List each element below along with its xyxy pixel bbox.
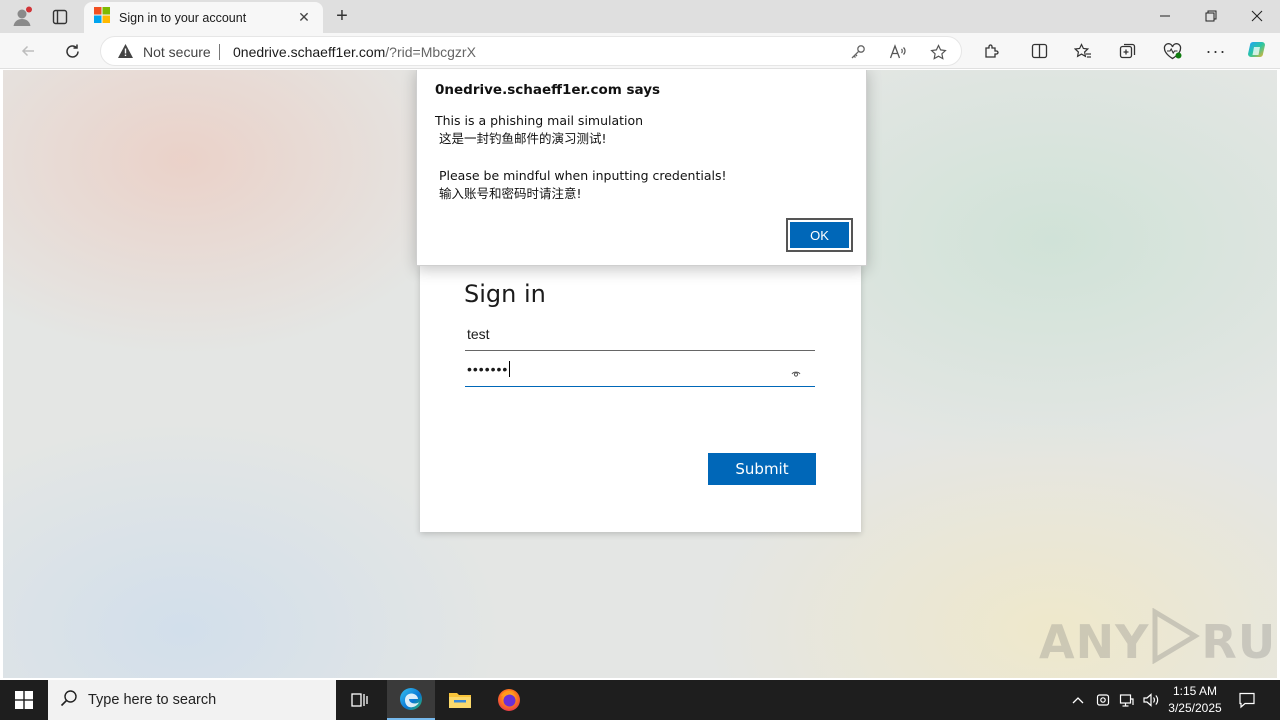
- search-icon: [60, 689, 78, 712]
- copilot-icon[interactable]: [1246, 40, 1268, 62]
- task-view-icon[interactable]: [336, 680, 384, 720]
- back-icon[interactable]: [15, 38, 41, 64]
- browser-toolbar: Not secure 0nedrive.schaeff1er.com/?rid=…: [0, 33, 1280, 69]
- taskbar-clock[interactable]: 1:15 AM 3/25/2025: [1160, 683, 1230, 717]
- clock-time: 1:15 AM: [1172, 684, 1218, 698]
- notifications-icon[interactable]: [1237, 690, 1257, 710]
- network-icon[interactable]: [1117, 690, 1137, 710]
- url-path: /?rid=MbcgzrX: [385, 44, 476, 60]
- alert-dialog: 0nedrive.schaeff1er.com says This is a p…: [416, 70, 867, 266]
- url-text[interactable]: 0nedrive.schaeff1er.com/?rid=MbcgzrX: [233, 44, 476, 60]
- minimize-icon[interactable]: [1142, 0, 1188, 32]
- address-bar[interactable]: Not secure 0nedrive.schaeff1er.com/?rid=…: [100, 36, 962, 66]
- signin-title: Sign in: [464, 280, 546, 308]
- tab-active[interactable]: Sign in to your account ✕: [84, 2, 323, 33]
- watermark-text-right: RUN: [1201, 614, 1277, 669]
- username-value: test: [467, 326, 490, 342]
- key-icon[interactable]: [849, 43, 867, 61]
- refresh-icon[interactable]: [59, 38, 85, 64]
- edge-taskbar-icon[interactable]: [387, 680, 435, 720]
- volume-icon[interactable]: [1141, 690, 1161, 710]
- profile-icon[interactable]: [9, 4, 35, 30]
- windows-taskbar: Type here to search 1:15 AM 3/25/2025: [0, 680, 1280, 720]
- clock-date: 3/25/2025: [1168, 701, 1222, 715]
- warning-icon[interactable]: [117, 43, 134, 64]
- username-field[interactable]: test: [465, 319, 815, 351]
- browser-essentials-icon[interactable]: [1161, 40, 1183, 62]
- restore-icon[interactable]: [1188, 0, 1234, 32]
- new-tab-icon[interactable]: +: [330, 4, 354, 28]
- reveal-password-icon[interactable]: [791, 365, 801, 383]
- alert-message: This is a phishing mail simulation 这是一封钓…: [435, 113, 727, 202]
- more-options-icon[interactable]: ···: [1205, 40, 1227, 62]
- alert-origin: 0nedrive.schaeff1er.com says: [435, 82, 661, 98]
- taskbar-search-box[interactable]: Type here to search: [48, 680, 336, 720]
- password-value: •••••••: [467, 361, 511, 377]
- microsoft-logo-icon: [94, 7, 110, 28]
- browser-tabstrip: Sign in to your account ✕ +: [0, 0, 1280, 33]
- firefox-icon[interactable]: [485, 680, 533, 720]
- close-window-icon[interactable]: [1234, 0, 1280, 32]
- anyrun-watermark: ANY RUN: [1039, 607, 1277, 675]
- favorite-star-icon[interactable]: [929, 43, 947, 61]
- page-viewport: Sign in test ••••••• Submit 0nedrive.sch…: [3, 70, 1277, 678]
- address-separator: [219, 44, 220, 60]
- submit-button[interactable]: Submit: [708, 453, 816, 485]
- collections-icon[interactable]: [1117, 40, 1139, 62]
- windows-logo-icon: [15, 691, 33, 709]
- tab-close-icon[interactable]: ✕: [295, 9, 313, 26]
- start-button[interactable]: [0, 680, 48, 720]
- read-aloud-icon[interactable]: [889, 43, 907, 61]
- security-label[interactable]: Not secure: [143, 44, 211, 60]
- watermark-text-left: ANY: [1039, 614, 1150, 669]
- tab-actions-icon[interactable]: [47, 4, 73, 30]
- signin-card: Sign in test ••••••• Submit: [420, 266, 861, 532]
- show-hidden-icons-icon[interactable]: [1068, 690, 1088, 710]
- password-field[interactable]: •••••••: [465, 355, 815, 387]
- meet-now-icon[interactable]: [1093, 690, 1113, 710]
- search-placeholder: Type here to search: [88, 692, 217, 708]
- file-explorer-icon[interactable]: [436, 680, 484, 720]
- favorites-icon[interactable]: [1072, 40, 1094, 62]
- extensions-icon[interactable]: [980, 40, 1002, 62]
- split-screen-icon[interactable]: [1028, 40, 1050, 62]
- ok-button[interactable]: OK: [786, 218, 853, 252]
- play-triangle-icon: [1149, 607, 1201, 675]
- tab-title: Sign in to your account: [119, 10, 247, 25]
- url-host: 0nedrive.schaeff1er.com: [233, 44, 386, 60]
